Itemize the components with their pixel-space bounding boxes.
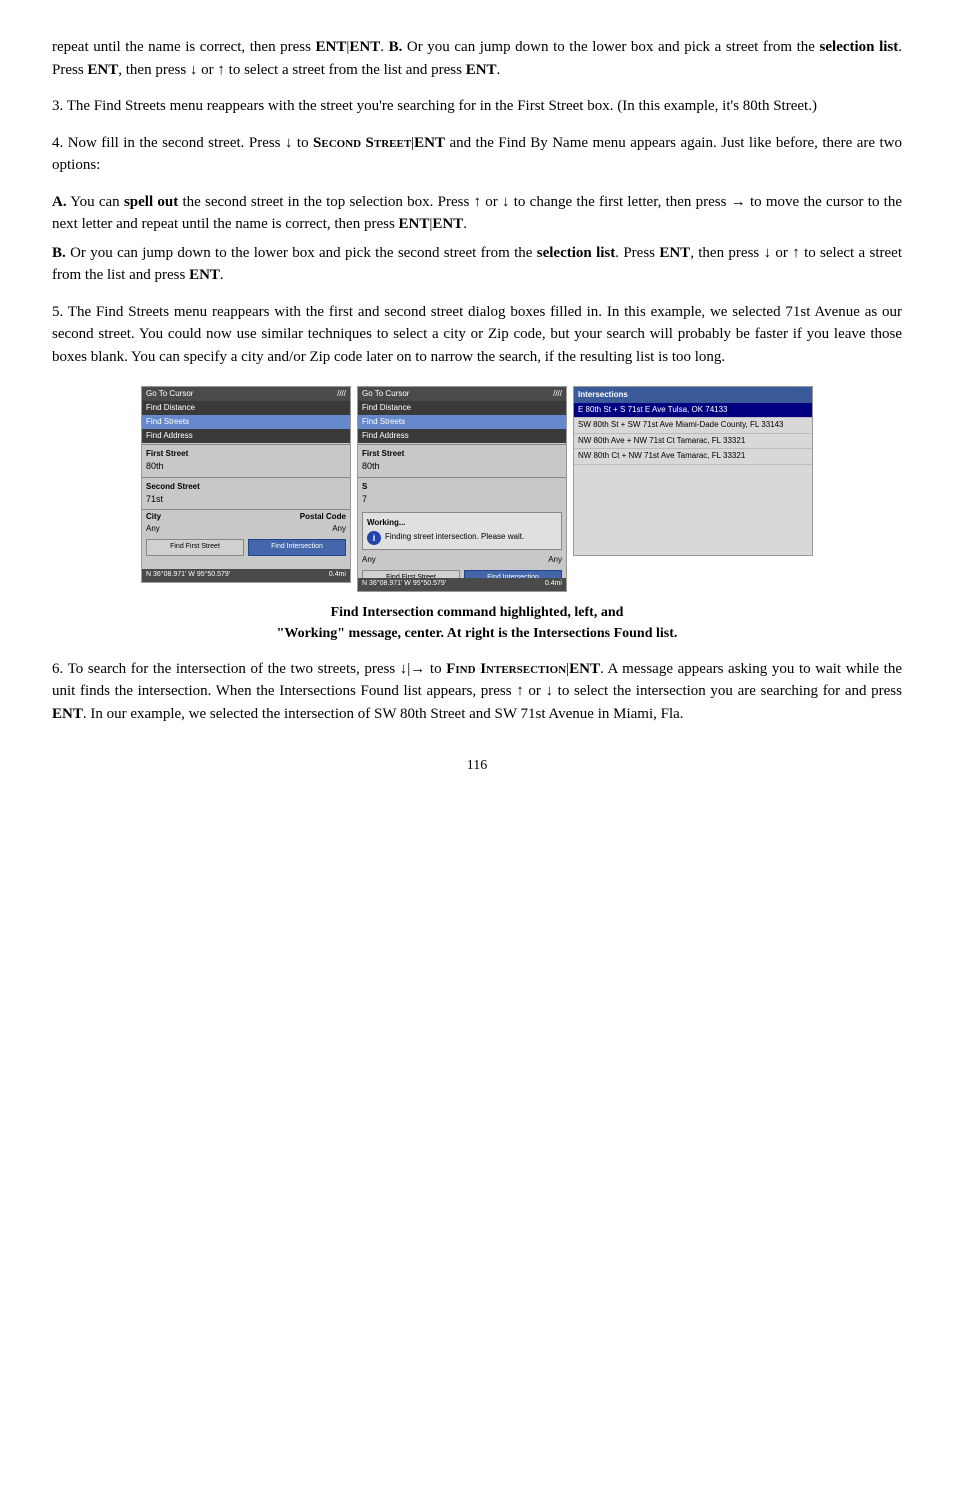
right-panel: Intersections E 80th St + S 71st E Ave T… [573, 386, 813, 556]
p5-text: 5. The Find Streets menu reappears with … [52, 304, 902, 365]
center-working-box: Working... i Finding street intersection… [362, 512, 562, 550]
pb-sel: selection list [537, 245, 615, 261]
left-title: Go To Cursor [146, 388, 193, 400]
paragraph-1: repeat until the name is correct, then p… [52, 36, 902, 81]
p2-text: 3. The Find Streets menu reappears with … [52, 98, 817, 114]
left-menu-find-streets[interactable]: Find Streets [142, 415, 350, 429]
left-first-street-value: 80th [142, 460, 350, 476]
left-dist: 0.4mi [329, 570, 346, 581]
center-working-icon-row: i Finding street intersection. Please wa… [367, 531, 557, 545]
left-btn-row: Find First Street Find Intersection [142, 535, 350, 560]
left-menu-find-distance: Find Distance [142, 401, 350, 415]
paragraph-b: B. Or you can jump down to the lower box… [52, 242, 902, 287]
center-panel: Go To Cursor //// Find Distance Find Str… [357, 386, 567, 592]
p3-sc: Second Street [313, 135, 411, 151]
p3-start: 4. Now fill in the second street. Press … [52, 135, 313, 151]
center-second-street-label: S [358, 479, 566, 493]
pa-end: . [463, 216, 467, 232]
paragraph-a: A. You can spell out the second street i… [52, 191, 902, 236]
left-city-values: Any Any [142, 523, 350, 535]
pa-text: You can [67, 194, 124, 210]
center-dist: 0.4mi [545, 579, 562, 590]
pa-ent2: ENT [432, 216, 463, 232]
center-status-bar: N 36°08.971' W 95°50.579' 0.4mi [358, 578, 566, 591]
center-any1: Any [362, 554, 376, 566]
left-title-slash: //// [337, 388, 346, 400]
left-postal-label: Postal Code [300, 511, 346, 523]
left-second-street-label: Second Street [142, 479, 350, 493]
p6-rest2: . In our example, we selected the inters… [83, 706, 684, 722]
pb-rest2: . Press [615, 245, 659, 261]
caption: Find Intersection command highlighted, l… [52, 602, 902, 644]
paragraph-5: 5. The Find Streets menu reappears with … [52, 301, 902, 369]
p6-ent2: ENT [52, 706, 83, 722]
pb-label: B. [52, 245, 66, 261]
p1-b: B. [389, 39, 403, 55]
center-city-row: Any Any [358, 554, 566, 566]
p1-sel: selection list [820, 39, 899, 55]
p1-rest: Or you can jump down to the lower box an… [402, 39, 819, 55]
p6-sc: Find Intersection [446, 661, 566, 677]
p1-end: . [497, 62, 501, 78]
left-city-label: City [146, 511, 161, 523]
screenshots-area: Go To Cursor //// Find Distance Find Str… [52, 386, 902, 592]
center-coords: N 36°08.971' W 95°50.579' [362, 579, 446, 590]
page-number: 116 [52, 755, 902, 776]
center-menu-find-address: Find Address [358, 429, 566, 443]
paragraph-4: 4. Now fill in the second street. Press … [52, 132, 902, 177]
p1-ent: ENT [87, 62, 118, 78]
center-first-street-value: 80th [358, 460, 566, 476]
pa-ent1: ENT [399, 216, 430, 232]
center-title-slash: //// [553, 388, 562, 400]
p1-rest3: , then press ↓ or ↑ to select a street f… [118, 62, 465, 78]
center-title: Go To Cursor [362, 388, 409, 400]
pa-label: A. [52, 194, 67, 210]
p6-ent: ENT [569, 661, 600, 677]
pa-rest: the second street in the top selection b… [52, 194, 902, 233]
p1-text: repeat until the name is correct, then p… [52, 39, 316, 55]
p1-ent2: ENT [466, 62, 497, 78]
center-title-bar: Go To Cursor //// [358, 387, 566, 401]
left-city-row: City Postal Code [142, 511, 350, 523]
left-find-intersection-btn[interactable]: Find Intersection [248, 539, 346, 556]
p1-key2: ENT [349, 39, 380, 55]
paragraph-3: 3. The Find Streets menu reappears with … [52, 95, 902, 118]
intersection-item-1[interactable]: SW 80th St + SW 71st Ave Miami-Dade Coun… [574, 418, 812, 433]
caption-line1: Find Intersection command highlighted, l… [52, 602, 902, 623]
pb-end: . [220, 267, 224, 283]
left-status-bar: N 36°08.971' W 95°50.579' 0.4mi [142, 569, 350, 582]
center-working-msg: Finding street intersection. Please wait… [385, 531, 524, 543]
intersection-item-0[interactable]: E 80th St + S 71st E Ave Tulsa, OK 74133 [574, 403, 812, 418]
pb-ent2: ENT [189, 267, 220, 283]
left-coords: N 36°08.971' W 95°50.579' [146, 570, 230, 581]
intersection-item-2[interactable]: NW 80th Ave + NW 71st Ct Tamarac, FL 333… [574, 434, 812, 449]
center-menu-find-distance: Find Distance [358, 401, 566, 415]
center-any2: Any [548, 554, 562, 566]
page-content: repeat until the name is correct, then p… [52, 36, 902, 776]
center-working-title: Working... [367, 517, 557, 529]
p1-mid: . [380, 39, 388, 55]
left-city-value: Any [146, 523, 160, 535]
caption-line2: "Working" message, center. At right is t… [52, 623, 902, 644]
p6-start: 6. To search for the intersection of the… [52, 661, 446, 677]
center-menu-find-streets[interactable]: Find Streets [358, 415, 566, 429]
left-postal-value: Any [332, 523, 346, 535]
left-panel: Go To Cursor //// Find Distance Find Str… [141, 386, 351, 583]
left-second-street-value: 71st [142, 493, 350, 509]
paragraph-6: 6. To search for the intersection of the… [52, 658, 902, 726]
left-title-bar: Go To Cursor //// [142, 387, 350, 401]
p1-key1: ENT [316, 39, 347, 55]
right-title: Intersections [574, 387, 812, 403]
info-icon: i [367, 531, 381, 545]
pb-rest: Or you can jump down to the lower box an… [66, 245, 537, 261]
center-second-street-value: 7 [358, 493, 566, 509]
left-find-first-btn[interactable]: Find First Street [146, 539, 244, 556]
center-first-street-label: First Street [358, 446, 566, 460]
intersection-item-3[interactable]: NW 80th Ct + NW 71st Ave Tamarac, FL 333… [574, 449, 812, 464]
pa-spell: spell out [124, 194, 178, 210]
pb-ent: ENT [659, 245, 690, 261]
left-menu-find-address: Find Address [142, 429, 350, 443]
left-first-street-label: First Street [142, 446, 350, 460]
p3-ent: ENT [414, 135, 445, 151]
